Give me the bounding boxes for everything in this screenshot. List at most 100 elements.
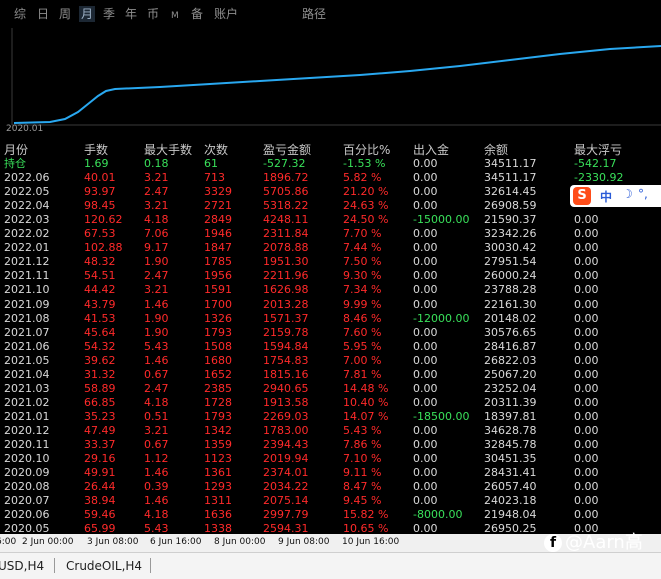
table-row[interactable]: 2021.04 31.32 0.67 1652 1815.16 7.81 % 0.00 250… (0, 368, 661, 382)
cell-balance: 28431.41 (484, 466, 537, 480)
header-max-float[interactable]: 最大浮亏 (574, 141, 622, 158)
ime-punctuation-icon[interactable]: °, (638, 187, 648, 201)
symbol-tab-usd[interactable]: USD,H4 (0, 559, 44, 573)
cell-flow: 0.00 (413, 494, 438, 508)
header-max-lots[interactable]: 最大手数 (144, 141, 192, 158)
table-row[interactable]: 2022.06 40.01 3.21 713 1896.72 5.82 % 0.00 3451… (0, 171, 661, 185)
cell-pct: 24.50 % (343, 213, 389, 227)
tab-5[interactable]: 年 (125, 6, 137, 22)
cell-pnl: 1783.00 (263, 423, 309, 437)
cell-lots: 66.85 (84, 395, 116, 409)
cell-month: 2022.05 (4, 185, 50, 199)
ime-chinese-mode-icon[interactable]: 中 (600, 188, 612, 205)
header-pct[interactable]: 百分比% (343, 141, 390, 158)
cell-max-float: 0.00 (574, 241, 599, 255)
cell-flow: 0.00 (413, 283, 438, 297)
cell-max-float: 0.00 (574, 508, 599, 522)
cell-flow: 0.00 (413, 241, 438, 255)
summary-row[interactable]: 持仓 1.69 0.18 61 -527.32 -1.53 % 0.00 34511.17 -5… (0, 157, 661, 171)
cell-pnl: 1754.83 (263, 353, 309, 367)
cell-balance: 21590.37 (484, 213, 537, 227)
sogou-logo-icon[interactable]: S (573, 187, 591, 205)
tab-8[interactable]: 备 (191, 6, 203, 22)
tab-10[interactable]: 路径 (302, 6, 326, 22)
cell-lots: 43.79 (84, 297, 116, 311)
cell-balance: 34511.17 (484, 157, 537, 170)
table-row[interactable]: 2020.07 38.94 1.46 1311 2075.14 9.45 % 0.00 240… (0, 494, 661, 508)
cell-pnl: 5705.86 (263, 185, 309, 199)
tab-6[interactable]: 币 (147, 6, 159, 22)
table-row[interactable]: 2021.12 48.32 1.90 1785 1951.30 7.50 % 0.00 279… (0, 255, 661, 269)
cell-month: 2022.01 (4, 241, 50, 255)
cell-pnl: 1896.72 (263, 171, 309, 185)
cell-balance: 32845.78 (484, 438, 537, 451)
table-row[interactable]: 2020.09 49.91 1.46 1361 2374.01 9.11 % 0.00 284… (0, 466, 661, 480)
cell-balance: 30030.42 (484, 241, 537, 255)
table-row[interactable]: 2021.09 43.79 1.46 1700 2013.28 9.99 % 0.00 221… (0, 298, 661, 312)
header-count[interactable]: 次数 (204, 141, 228, 158)
tab-9[interactable]: 账户 (214, 6, 238, 22)
tab-4[interactable]: 季 (103, 6, 115, 22)
cell-pct: 15.82 % (343, 508, 389, 522)
header-balance[interactable]: 余额 (484, 141, 508, 158)
table-row[interactable]: 2022.02 67.53 7.06 1946 2311.84 7.70 % 0.00 323… (0, 227, 661, 241)
table-row[interactable]: 2021.01 35.23 0.51 1793 2269.03 14.07 % -18500… (0, 410, 661, 424)
table-row[interactable]: 2020.10 29.16 1.12 1123 2019.94 7.10 % 0.00 304… (0, 452, 661, 466)
symbol-tab-crudeoil[interactable]: CrudeOIL,H4 (66, 559, 142, 573)
cell-max-lots: 2.47 (144, 381, 169, 395)
cell-lots: 26.44 (84, 480, 116, 494)
cell-count: 1847 (204, 241, 232, 255)
cell-pct: 5.43 % (343, 423, 382, 437)
table-row[interactable]: 2022.01 102.88 9.17 1847 2078.88 7.44 % 0.00 30… (0, 241, 661, 255)
table-row[interactable]: 2020.11 33.37 0.67 1359 2394.43 7.86 % 0.00 328… (0, 438, 661, 452)
cell-max-float: -542.17 (574, 157, 617, 170)
cell-max-lots: 4.18 (144, 395, 169, 409)
tab-7[interactable]: M (171, 8, 179, 24)
table-row[interactable]: 2021.11 54.51 2.47 1956 2211.96 9.30 % 0.00 260… (0, 269, 661, 283)
table-row[interactable]: 2021.07 45.64 1.90 1793 2159.78 7.60 % 0.00 305… (0, 326, 661, 340)
cell-max-float: 0.00 (574, 480, 599, 494)
table-row[interactable]: 2021.08 41.53 1.90 1326 1571.37 8.46 % -12000.… (0, 312, 661, 326)
header-flow[interactable]: 出入金 (413, 141, 449, 158)
table-row[interactable]: 2021.02 66.85 4.18 1728 1913.58 10.40 % 0.00 20… (0, 396, 661, 410)
cell-balance: 26000.24 (484, 269, 537, 283)
cell-max-lots: 3.21 (144, 283, 169, 297)
cell-max-float: 0.00 (574, 283, 599, 297)
cell-balance: 25067.20 (484, 367, 537, 381)
header-month[interactable]: 月份 (4, 141, 28, 158)
table-row[interactable]: 2022.04 98.45 3.21 2721 5318.22 24.63 % 0.00 26… (0, 199, 661, 213)
cell-month: 2020.07 (4, 494, 50, 508)
cell-count: 1342 (204, 423, 232, 437)
table-row[interactable]: 2021.06 54.32 5.43 1508 1594.84 5.95 % 0.00 284… (0, 340, 661, 354)
cell-lots: 102.88 (84, 241, 123, 255)
cell-max-lots: 4.18 (144, 213, 169, 227)
cell-pct: 7.34 % (343, 283, 382, 297)
cell-pct: 14.48 % (343, 381, 389, 395)
cell-count: 1591 (204, 283, 232, 297)
table-row[interactable]: 2020.12 47.49 3.21 1342 1783.00 5.43 % 0.00 346… (0, 424, 661, 438)
table-row[interactable]: 2021.05 39.62 1.46 1680 1754.83 7.00 % 0.00 268… (0, 354, 661, 368)
cell-balance: 18397.81 (484, 409, 537, 423)
cell-max-lots: 1.12 (144, 452, 169, 466)
tab-1[interactable]: 日 (37, 6, 49, 22)
tab-2[interactable]: 周 (59, 6, 71, 22)
cell-count: 2849 (204, 213, 232, 227)
ime-toolbar[interactable]: S 中 ☽ °, (570, 185, 661, 207)
cell-flow: 0.00 (413, 353, 438, 367)
cell-month: 2021.05 (4, 353, 50, 367)
table-row[interactable]: 2021.10 44.42 3.21 1591 1626.98 7.34 % 0.00 237… (0, 283, 661, 297)
cell-lots: 40.01 (84, 171, 116, 185)
tab-3[interactable]: 月 (79, 6, 96, 22)
table-row[interactable]: 2020.06 59.46 4.18 1636 2997.79 15.82 % -8000.… (0, 508, 661, 522)
header-lots[interactable]: 手数 (84, 141, 108, 158)
cell-pct: 5.95 % (343, 339, 382, 353)
table-row[interactable]: 2022.03 120.62 4.18 2849 4248.11 24.50 % -1500… (0, 213, 661, 227)
tab-0[interactable]: 综 (14, 6, 26, 22)
header-pnl[interactable]: 盈亏金额 (263, 141, 311, 158)
table-row[interactable]: 2020.08 26.44 0.39 1293 2034.22 8.47 % 0.00 260… (0, 480, 661, 494)
table-row[interactable]: 2022.05 93.97 2.47 3329 5705.86 21.20 % 0.00 32… (0, 185, 661, 199)
table-row[interactable]: 2021.03 58.89 2.47 2385 2940.65 14.48 % 0.00 23… (0, 382, 661, 396)
ime-halfwidth-moon-icon[interactable]: ☽ (622, 187, 633, 201)
cell-max-lots: 1.46 (144, 466, 169, 480)
cell-count: 1793 (204, 325, 232, 339)
